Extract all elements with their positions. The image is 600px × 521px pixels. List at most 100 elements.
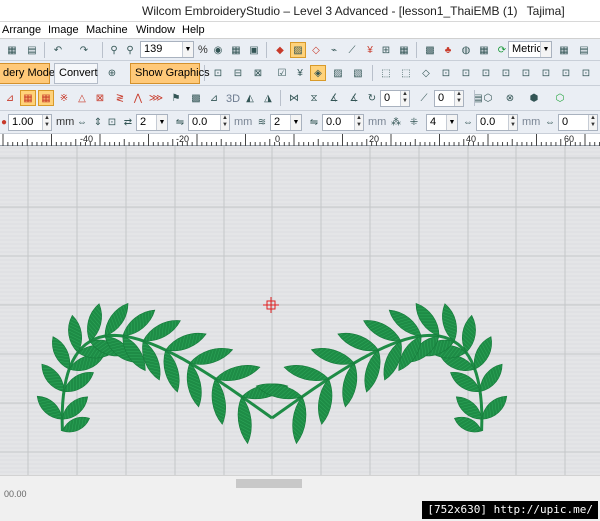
lock-icon[interactable]: ⊡ — [438, 65, 454, 81]
toolbox-icon-1[interactable]: ⊡ — [210, 65, 226, 81]
artwork-icon[interactable]: ▦ — [476, 42, 492, 58]
show-graphics-button[interactable]: Show Graphics — [130, 63, 210, 84]
group-icon[interactable]: ⬚ — [398, 65, 414, 81]
3d-label[interactable]: 3D — [226, 93, 240, 105]
menu-arrange[interactable]: Arrange — [2, 24, 41, 36]
field-4[interactable]: 4 ▼ — [426, 114, 458, 131]
grid-icon[interactable]: ▦ — [228, 42, 244, 58]
design-canvas[interactable] — [0, 146, 600, 487]
toolbox-icon-2[interactable]: ⊟ — [230, 65, 246, 81]
chevron-down-icon[interactable]: ▼ — [290, 115, 301, 130]
globe-icon[interactable]: ⊕ — [104, 65, 120, 81]
menu-help[interactable]: Help — [182, 24, 205, 36]
pattern-icon[interactable]: ⋙ — [148, 90, 164, 106]
lock-icon-7[interactable]: ⊡ — [558, 65, 574, 81]
field-0d[interactable]: 0 ▲ ▼ — [558, 114, 598, 131]
needle-icon[interactable]: ¥ — [362, 42, 378, 58]
spinner-arrows-icon[interactable]: ▲ ▼ — [588, 115, 597, 130]
angle-icon[interactable]: ∡ — [326, 90, 342, 106]
table-icon[interactable]: ▦ — [396, 42, 412, 58]
rotate-angle-input[interactable]: 0 ▲ ▼ — [380, 90, 410, 107]
scrollbar-thumb[interactable] — [236, 479, 302, 488]
palette-icon[interactable]: ◉ — [210, 42, 226, 58]
connector-icon[interactable]: ⌁ — [326, 42, 342, 58]
zoom-out-icon[interactable]: ⚲ — [122, 42, 138, 58]
frame-icon-2[interactable]: ⊡ — [104, 114, 120, 130]
checkbox-icon[interactable]: ☑ — [274, 65, 290, 81]
spinner-arrows-icon[interactable]: ▲ ▼ — [400, 91, 409, 106]
fancy-icon[interactable]: ※ — [56, 90, 72, 106]
tatami-icon[interactable]: ▦ — [20, 90, 36, 106]
angle-offset-icon[interactable]: ⇋ — [306, 114, 322, 130]
slant-icon[interactable]: ⟋ — [416, 90, 432, 106]
badge-icon[interactable]: ⬡ — [480, 90, 496, 106]
menu-machine[interactable]: Machine — [86, 24, 128, 36]
bitmap-icon[interactable]: ▧ — [350, 65, 366, 81]
angle-icon-2[interactable]: ∡ — [346, 90, 362, 106]
outline-icon[interactable]: ◇ — [308, 42, 324, 58]
spacing-icon[interactable]: ⇔ — [74, 114, 90, 130]
menu-window[interactable]: Window — [136, 24, 175, 36]
chevron-down-icon[interactable]: ▼ — [156, 115, 167, 130]
spinner-arrows-icon[interactable]: ▲ ▼ — [42, 115, 51, 130]
hourglass-icon[interactable]: ⧖ — [306, 90, 322, 106]
scatter-icon[interactable]: ⁂ — [388, 114, 404, 130]
spinner-arrows-icon[interactable]: ▲ ▼ — [508, 115, 517, 130]
arrange-icon[interactable]: ▦ — [4, 42, 20, 58]
thread-icon[interactable]: ◍ — [458, 42, 474, 58]
calculator-icon[interactable]: ▤ — [576, 42, 592, 58]
pattern-icon-2[interactable]: ⁜ — [406, 114, 422, 130]
zigzag-icon[interactable]: ≷ — [112, 90, 128, 106]
redo-icon[interactable]: ↷ — [76, 42, 92, 58]
embroidery-mode-button[interactable]: dery Mode — [0, 63, 55, 84]
size-input[interactable]: 1.00 ▲ ▼ — [8, 114, 52, 131]
function-icon[interactable]: ⟋ — [344, 42, 360, 58]
zoom-input[interactable]: 139 ▼ — [140, 41, 194, 58]
field-2b[interactable]: 2 ▼ — [270, 114, 302, 131]
chevron-down-icon[interactable]: ▼ — [446, 115, 457, 130]
zoom-in-icon[interactable]: ⚲ — [106, 42, 122, 58]
stitch-view-icon[interactable]: ▨ — [290, 42, 306, 58]
fill-icon[interactable]: ◆ — [272, 42, 288, 58]
paste-icon[interactable]: ▤ — [24, 42, 40, 58]
spinner-arrows-icon[interactable]: ▲ ▼ — [354, 115, 363, 130]
lock-icon-6[interactable]: ⊡ — [538, 65, 554, 81]
select-icon[interactable]: ⬚ — [378, 65, 394, 81]
color-icon[interactable]: ♣ — [440, 42, 456, 58]
picture-icon[interactable]: ▩ — [422, 42, 438, 58]
shade-icon-2[interactable]: ◮ — [260, 90, 276, 106]
field-2a[interactable]: 2 ▼ — [136, 114, 168, 131]
wave-icon[interactable]: ⋀ — [130, 90, 146, 106]
field-0c[interactable]: 0.0 ▲ ▼ — [476, 114, 518, 131]
shade-icon[interactable]: ◭ — [242, 90, 258, 106]
mirror-icon[interactable]: ⋈ — [286, 90, 302, 106]
grid-view-icon[interactable]: ⊞ — [378, 42, 394, 58]
slant-angle-input[interactable]: 0 ▲ ▼ — [434, 90, 464, 107]
wave-offset-icon[interactable]: ≋ — [254, 114, 270, 130]
lock-icon-4[interactable]: ⊡ — [498, 65, 514, 81]
field-0b[interactable]: 0.0 ▲ ▼ — [322, 114, 364, 131]
cross-icon[interactable]: ⊠ — [92, 90, 108, 106]
convert-button[interactable]: Convert — [54, 63, 98, 84]
satin-icon[interactable]: ⊿ — [2, 90, 18, 106]
spinner-arrows-icon[interactable]: ▲ ▼ — [454, 91, 463, 106]
lock-icon-3[interactable]: ⊡ — [478, 65, 494, 81]
spacing-icon-2[interactable]: ⇔ — [542, 114, 558, 130]
grid-settings-icon[interactable]: ▦ — [556, 42, 572, 58]
fill-icon-2[interactable]: ▨ — [330, 65, 346, 81]
horizontal-scrollbar[interactable] — [0, 475, 600, 489]
step-icon[interactable]: ▦ — [38, 90, 54, 106]
lock-icon-5[interactable]: ⊡ — [518, 65, 534, 81]
lock-icon-2[interactable]: ⊡ — [458, 65, 474, 81]
trapunto-icon[interactable]: △ — [74, 90, 90, 106]
units-select[interactable]: Metric ▼ — [508, 41, 552, 58]
flag-icon[interactable]: ⚑ — [168, 90, 184, 106]
toolbox-icon-3[interactable]: ⊠ — [250, 65, 266, 81]
pull-icon[interactable]: ⇄ — [120, 114, 136, 130]
spinner-arrows-icon[interactable]: ▲ ▼ — [220, 115, 229, 130]
field-0a[interactable]: 0.0 ▲ ▼ — [188, 114, 230, 131]
hoop-icon[interactable]: ▣ — [246, 42, 262, 58]
fx-icon[interactable]: ⊗ — [502, 90, 518, 106]
undo-icon[interactable]: ↶ — [50, 42, 66, 58]
stitch-icon[interactable]: ¥ — [292, 65, 308, 81]
